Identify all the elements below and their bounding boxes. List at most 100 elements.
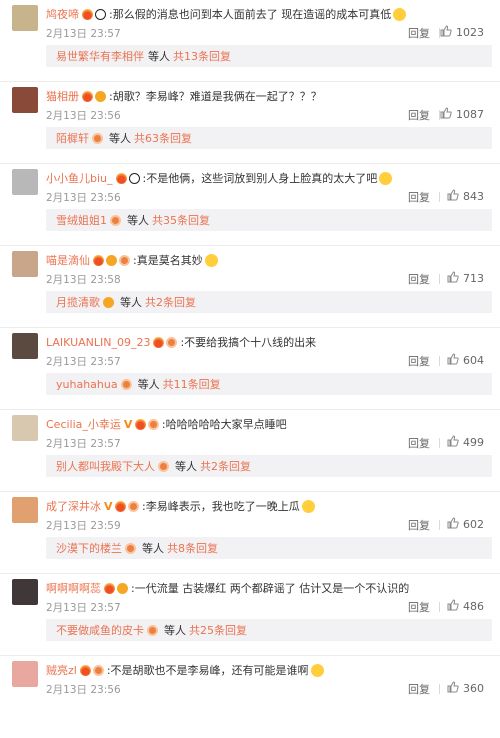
vip-badge-icon — [106, 254, 117, 266]
like-button[interactable]: 1087 — [440, 107, 484, 122]
username-link[interactable]: 小小鱼儿biu_ — [46, 170, 113, 186]
reply-summary[interactable]: 不要做咸鱼的皮卡 等人 共25条回复 — [46, 619, 492, 641]
username-link[interactable]: 鸠夜啼 — [46, 6, 79, 22]
reply-button[interactable]: 回复 — [408, 189, 430, 205]
reply-summary[interactable]: 别人都叫我殿下大人 等人 共2条回复 — [46, 455, 492, 477]
reply-count-link[interactable]: 共63条回复 — [134, 130, 192, 146]
like-count: 602 — [463, 518, 484, 531]
thumbs-up-icon — [447, 681, 459, 696]
user-badges — [151, 336, 178, 348]
emoji-icon — [379, 171, 393, 185]
reply-count-link[interactable]: 共2条回复 — [145, 294, 196, 310]
avatar[interactable] — [12, 169, 38, 195]
reply-button[interactable]: 回复 — [408, 435, 430, 451]
thumbs-up-icon — [447, 189, 459, 204]
comment-meta: 2月13日 23:56 回复 843 — [46, 189, 492, 205]
avatar[interactable] — [12, 661, 38, 687]
reply-username-link[interactable]: 雪绒姐姐1 — [56, 212, 107, 228]
username-link[interactable]: 啊啊啊啊蕊 — [46, 580, 101, 596]
username-link[interactable]: 成了深井冰 — [46, 498, 101, 514]
reply-count-link[interactable]: 共35条回复 — [152, 212, 210, 228]
timestamp: 2月13日 23:56 — [46, 109, 121, 122]
username-link[interactable]: Cecilia_小幸运 — [46, 416, 121, 432]
username-link[interactable]: 猫相册 — [46, 88, 79, 104]
like-button[interactable]: 1023 — [440, 25, 484, 40]
reply-summary[interactable]: yuhahahua 等人 共11条回复 — [46, 373, 492, 395]
fan-badge-icon — [119, 254, 130, 266]
reply-username-link[interactable]: 陌樨轩 — [56, 130, 89, 146]
thumbs-up-icon — [447, 599, 459, 614]
avatar[interactable] — [12, 579, 38, 605]
reply-count-link[interactable]: 共11条回复 — [163, 376, 221, 392]
avatar[interactable] — [12, 251, 38, 277]
reply-button[interactable]: 回复 — [408, 353, 430, 369]
avatar[interactable] — [12, 333, 38, 359]
fan-badge-icon — [147, 418, 159, 430]
username-link[interactable]: 喵是滴仙 — [46, 252, 90, 268]
reply-button[interactable]: 回复 — [408, 107, 430, 123]
username-link[interactable]: LAIKUANLIN_09_23 — [46, 336, 150, 349]
fan-badge-icon — [166, 336, 178, 348]
like-button[interactable]: 360 — [447, 681, 484, 696]
avatar[interactable] — [12, 5, 38, 31]
thumbs-up-icon — [447, 435, 459, 450]
separator — [439, 192, 440, 202]
fire-badge-icon — [134, 418, 146, 430]
reply-username-link[interactable]: 易世繁华有李相伴 — [56, 48, 144, 64]
reply-username-link[interactable]: 不要做咸鱼的皮卡 — [56, 622, 144, 638]
reply-button[interactable]: 回复 — [408, 599, 430, 615]
comment-item: 成了深井冰 V:李易峰表示，我也吃了一晚上瓜 2月13日 23:59 回复 602 沙漠下… — [0, 492, 500, 574]
fire-badge-icon — [115, 172, 127, 184]
like-button[interactable]: 843 — [447, 189, 484, 204]
reply-summary[interactable]: 陌樨轩 等人 共63条回复 — [46, 127, 492, 149]
reply-username-link[interactable]: yuhahahua — [56, 378, 118, 391]
like-count: 486 — [463, 600, 484, 613]
reply-button[interactable]: 回复 — [408, 517, 430, 533]
like-button[interactable]: 499 — [447, 435, 484, 450]
fire-badge-icon — [82, 8, 93, 20]
reply-count-link[interactable]: 共25条回复 — [189, 622, 247, 638]
user-badges — [102, 582, 128, 594]
fan-badge-icon — [147, 624, 158, 636]
comment-body: Cecilia_小幸运 V:哈哈哈哈哈大家早点睡吧 — [46, 415, 492, 433]
timestamp: 2月13日 23:56 — [46, 683, 121, 696]
reply-summary[interactable]: 月揽清歌 等人 共2条回复 — [46, 291, 492, 313]
reply-summary-text: 等人 — [175, 460, 197, 473]
comment-item: 猫相册:胡歌？李易峰？难道是我俩在一起了？？？ 2月13日 23:56 回复 1087… — [0, 82, 500, 164]
comment-body: 鸠夜啼:那么假的消息也问到本人面前去了 现在造谣的成本可真低 — [46, 5, 492, 23]
reply-username-link[interactable]: 沙漠下的楼兰 — [56, 540, 122, 556]
comment-item: 喵是滴仙:真是莫名其妙 2月13日 23:58 回复 713 月揽清歌 等人 共2条回复 — [0, 246, 500, 328]
like-button[interactable]: 486 — [447, 599, 484, 614]
comment-list: 鸠夜啼:那么假的消息也问到本人面前去了 现在造谣的成本可真低 2月13日 23:5… — [0, 0, 500, 696]
comment-text: :一代流量 古装爆红 两个都辟谣了 估计又是一个不认识的 — [131, 582, 410, 595]
avatar[interactable] — [12, 87, 38, 113]
reply-button[interactable]: 回复 — [408, 681, 430, 697]
reply-count-link[interactable]: 共8条回复 — [167, 540, 218, 556]
like-button[interactable]: 713 — [447, 271, 484, 286]
vip-badge-icon — [103, 296, 114, 308]
like-count: 1087 — [456, 108, 484, 121]
reply-summary[interactable]: 易世繁华有李相伴 等人 共13条回复 — [46, 45, 492, 67]
v-badge-icon: V — [104, 499, 113, 513]
comment-item: 小小鱼儿biu_:不是他俩，这些词放到别人身上脸真的太大了吧 2月13日 23:5… — [0, 164, 500, 246]
comment-text: :李易峰表示，我也吃了一晚上瓜 — [142, 500, 300, 513]
reply-summary[interactable]: 沙漠下的楼兰 等人 共8条回复 — [46, 537, 492, 559]
avatar[interactable] — [12, 415, 38, 441]
comment-meta: 2月13日 23:59 回复 602 — [46, 517, 492, 533]
like-button[interactable]: 604 — [447, 353, 484, 368]
thumbs-up-icon — [440, 107, 452, 122]
comment-body: LAIKUANLIN_09_23:不要给我搞个十八线的出来 — [46, 333, 492, 351]
fan-badge-icon — [110, 214, 121, 226]
reply-summary[interactable]: 雪绒姐姐1 等人 共35条回复 — [46, 209, 492, 231]
reply-count-link[interactable]: 共13条回复 — [173, 48, 231, 64]
reply-button[interactable]: 回复 — [408, 271, 430, 287]
v-badge-icon: V — [123, 417, 133, 431]
avatar[interactable] — [12, 497, 38, 523]
reply-username-link[interactable]: 月揽清歌 — [56, 294, 100, 310]
reply-button[interactable]: 回复 — [408, 25, 430, 41]
like-button[interactable]: 602 — [447, 517, 484, 532]
username-link[interactable]: 贼亮zl — [46, 662, 77, 678]
reply-count-link[interactable]: 共2条回复 — [200, 458, 251, 474]
comment-body: 喵是滴仙:真是莫名其妙 — [46, 251, 492, 269]
reply-username-link[interactable]: 别人都叫我殿下大人 — [56, 458, 155, 474]
